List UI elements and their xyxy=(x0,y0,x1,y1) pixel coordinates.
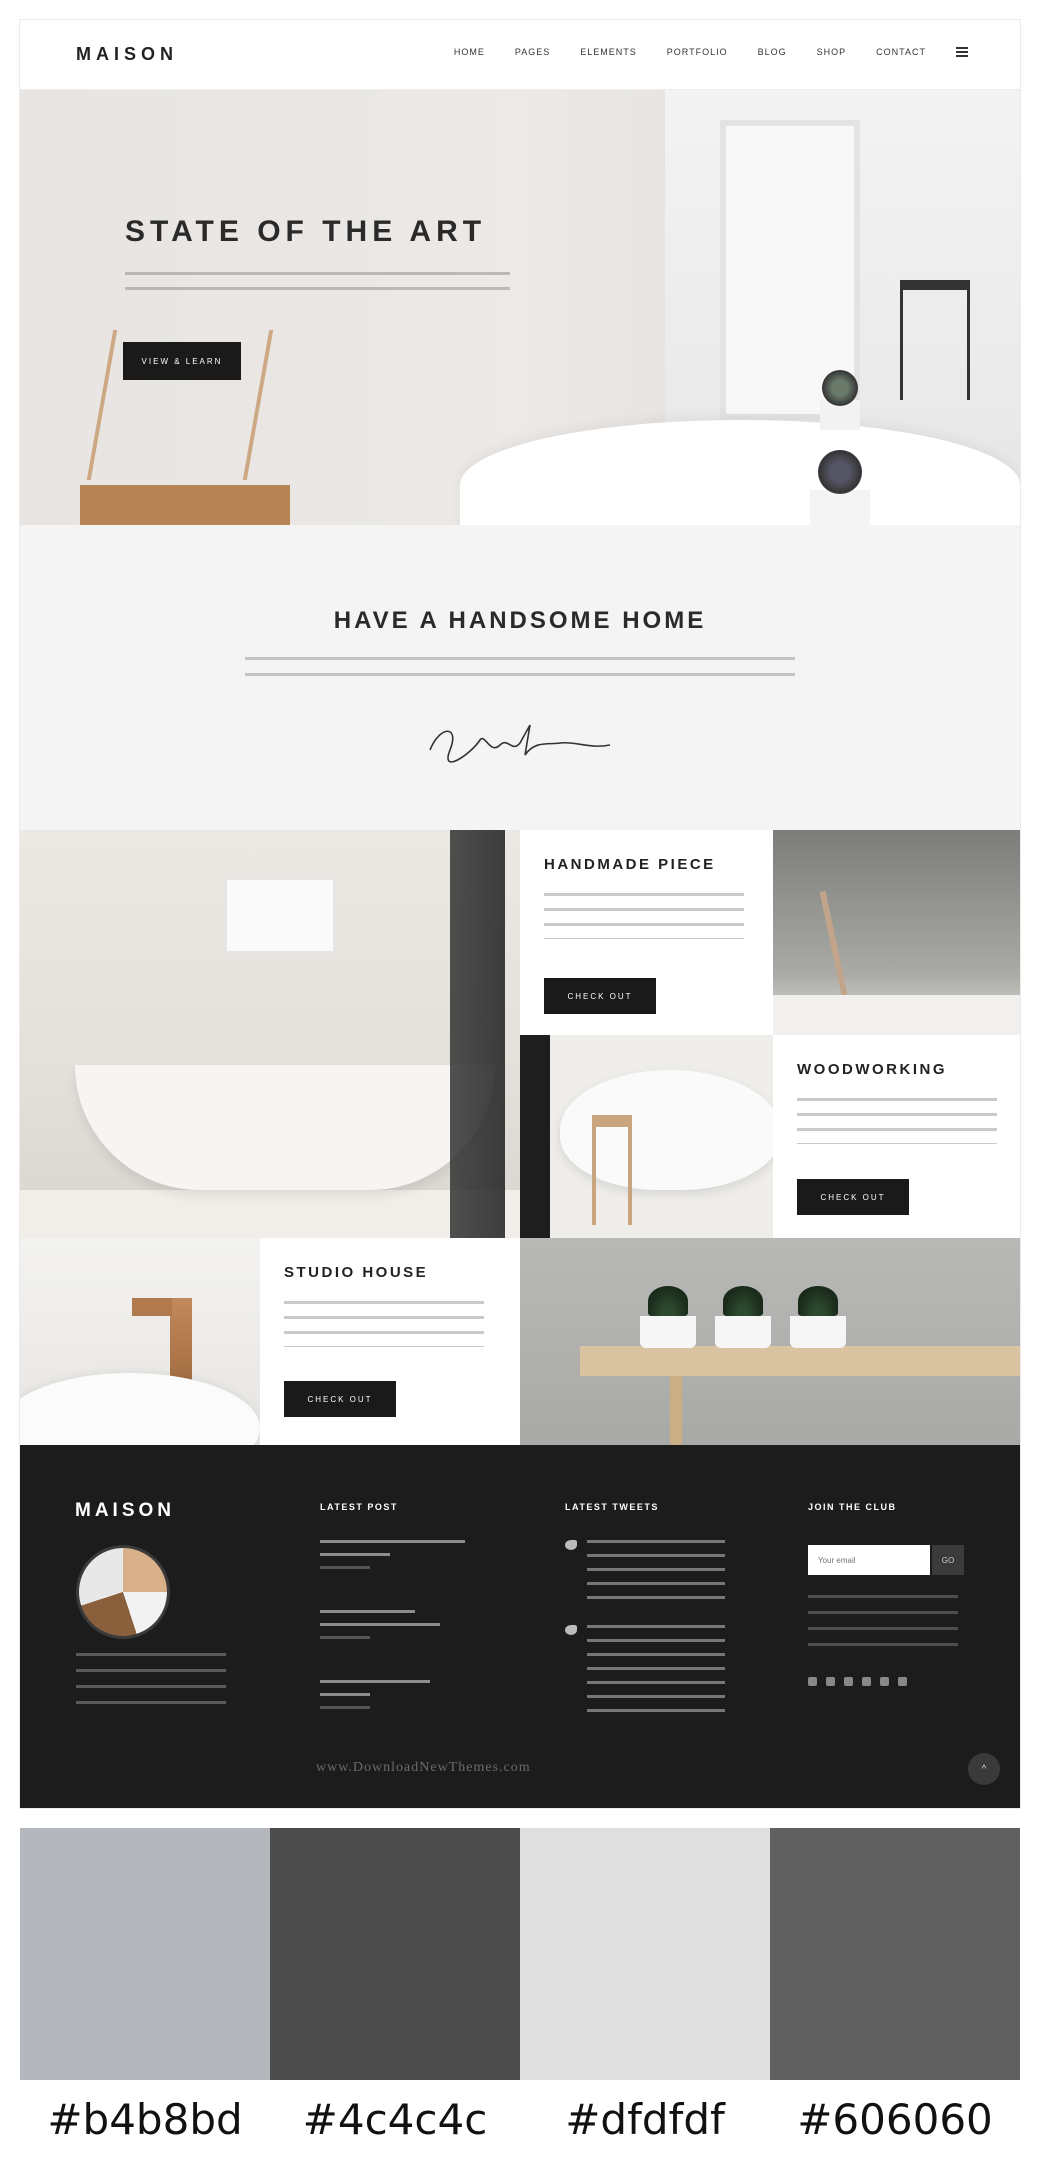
intro-title: HAVE A HANDSOME HOME xyxy=(333,607,707,634)
facebook-icon[interactable] xyxy=(808,1677,817,1686)
twigs-image xyxy=(773,830,1020,1035)
hero-title: STATE OF THE ART xyxy=(125,215,487,248)
woodworking-title: WOODWORKING xyxy=(797,1061,947,1078)
footer-about-text xyxy=(76,1653,226,1709)
pinterest-icon[interactable] xyxy=(880,1677,889,1686)
nav-item-blog[interactable]: BLOG xyxy=(758,47,787,57)
site-header: MAISON HOME PAGES ELEMENTS PORTFOLIO BLO… xyxy=(20,20,1020,90)
signature-image xyxy=(429,724,611,763)
plant-pot xyxy=(715,1286,771,1348)
social-links xyxy=(808,1677,907,1686)
nav-item-elements[interactable]: ELEMENTS xyxy=(580,47,637,57)
hero-plant xyxy=(810,450,870,525)
twitter-icon xyxy=(565,1540,577,1550)
feature-grid: HANDMADE PIECE CHECK OUT WOODWORKING CHE… xyxy=(20,830,1020,1445)
sink xyxy=(773,995,1020,1035)
bathtub xyxy=(75,1065,495,1190)
color-code: #606060 xyxy=(797,2095,993,2144)
website-mockup: MAISON HOME PAGES ELEMENTS PORTFOLIO BLO… xyxy=(20,20,1020,1808)
mirror xyxy=(225,878,335,953)
twitter-icon xyxy=(565,1625,577,1635)
color-code: #b4b8bd xyxy=(47,2095,243,2144)
basin xyxy=(20,1373,260,1445)
hero-section: STATE OF THE ART VIEW & LEARN xyxy=(20,90,1020,525)
footer-logo[interactable]: MAISON xyxy=(75,1500,175,1522)
hero-text xyxy=(125,272,510,302)
bathroom-image xyxy=(20,830,520,1238)
woodworking-text xyxy=(797,1098,997,1144)
studio-tile: STUDIO HOUSE CHECK OUT xyxy=(260,1238,520,1445)
color-code: #4c4c4c xyxy=(302,2095,488,2144)
bathtub-dark-image xyxy=(520,1035,773,1238)
handmade-check-out-button[interactable]: CHECK OUT xyxy=(544,978,656,1014)
nav-item-shop[interactable]: SHOP xyxy=(817,47,847,57)
vimeo-icon[interactable] xyxy=(898,1677,907,1686)
color-codes: #b4b8bd #4c4c4c #dfdfdf #606060 xyxy=(20,2095,1020,2144)
join-club-text xyxy=(808,1595,958,1651)
curtain xyxy=(450,830,505,1238)
plants-image xyxy=(520,1238,1020,1445)
color-swatch xyxy=(20,1828,270,2080)
main-nav: HOME PAGES ELEMENTS PORTFOLIO BLOG SHOP … xyxy=(454,47,968,57)
color-swatch xyxy=(270,1828,520,2080)
footer-tweet xyxy=(565,1625,725,1713)
hero-plant-small xyxy=(820,370,860,430)
twitter-icon[interactable] xyxy=(826,1677,835,1686)
newsletter-submit-button[interactable]: GO xyxy=(932,1545,964,1575)
nav-item-contact[interactable]: CONTACT xyxy=(876,47,926,57)
woodworking-check-out-button[interactable]: CHECK OUT xyxy=(797,1179,909,1215)
handmade-tile: HANDMADE PIECE CHECK OUT xyxy=(520,830,773,1035)
faucet-image xyxy=(20,1238,260,1445)
floor xyxy=(20,1190,520,1238)
latest-tweets-heading: LATEST TWEETS xyxy=(565,1502,659,1512)
plant-pot xyxy=(640,1286,696,1348)
footer-post[interactable] xyxy=(320,1610,470,1639)
footer-post[interactable] xyxy=(320,1680,470,1709)
newsletter-email-input[interactable] xyxy=(808,1545,930,1575)
linkedin-icon[interactable] xyxy=(862,1677,871,1686)
hero-button[interactable]: VIEW & LEARN xyxy=(123,342,241,380)
color-swatch xyxy=(520,1828,770,2080)
footer-tweet xyxy=(565,1540,725,1600)
site-footer: MAISON LATEST POST LATEST TWEETS JOIN TH… xyxy=(20,1445,1020,1808)
footer-avatar xyxy=(76,1545,170,1639)
hero-stool xyxy=(900,280,970,400)
nav-item-portfolio[interactable]: PORTFOLIO xyxy=(667,47,728,57)
nav-item-pages[interactable]: PAGES xyxy=(515,47,550,57)
color-palette xyxy=(20,1828,1020,2080)
desk-leg xyxy=(670,1376,682,1445)
intro-section: HAVE A HANDSOME HOME xyxy=(20,525,1020,830)
plant-pot xyxy=(790,1286,846,1348)
studio-text xyxy=(284,1301,484,1347)
handmade-title: HANDMADE PIECE xyxy=(544,856,716,873)
color-swatch xyxy=(770,1828,1020,2080)
wooden-stool xyxy=(592,1115,632,1225)
handmade-text xyxy=(544,893,744,939)
site-logo[interactable]: MAISON xyxy=(76,44,178,65)
latest-post-heading: LATEST POST xyxy=(320,1502,398,1512)
color-code: #dfdfdf xyxy=(565,2095,725,2144)
hero-bench xyxy=(80,485,290,525)
studio-title: STUDIO HOUSE xyxy=(284,1264,429,1281)
join-club-heading: JOIN THE CLUB xyxy=(808,1502,897,1512)
instagram-icon[interactable] xyxy=(844,1677,853,1686)
studio-check-out-button[interactable]: CHECK OUT xyxy=(284,1381,396,1417)
desk xyxy=(580,1346,1020,1376)
back-to-top-button[interactable]: ^ xyxy=(968,1753,1000,1785)
footer-post[interactable] xyxy=(320,1540,470,1569)
menu-icon[interactable] xyxy=(956,47,968,57)
watermark-text: www.DownloadNewThemes.com xyxy=(316,1760,531,1775)
intro-text xyxy=(245,657,795,689)
woodworking-tile: WOODWORKING CHECK OUT xyxy=(773,1035,1020,1238)
nav-item-home[interactable]: HOME xyxy=(454,47,485,57)
